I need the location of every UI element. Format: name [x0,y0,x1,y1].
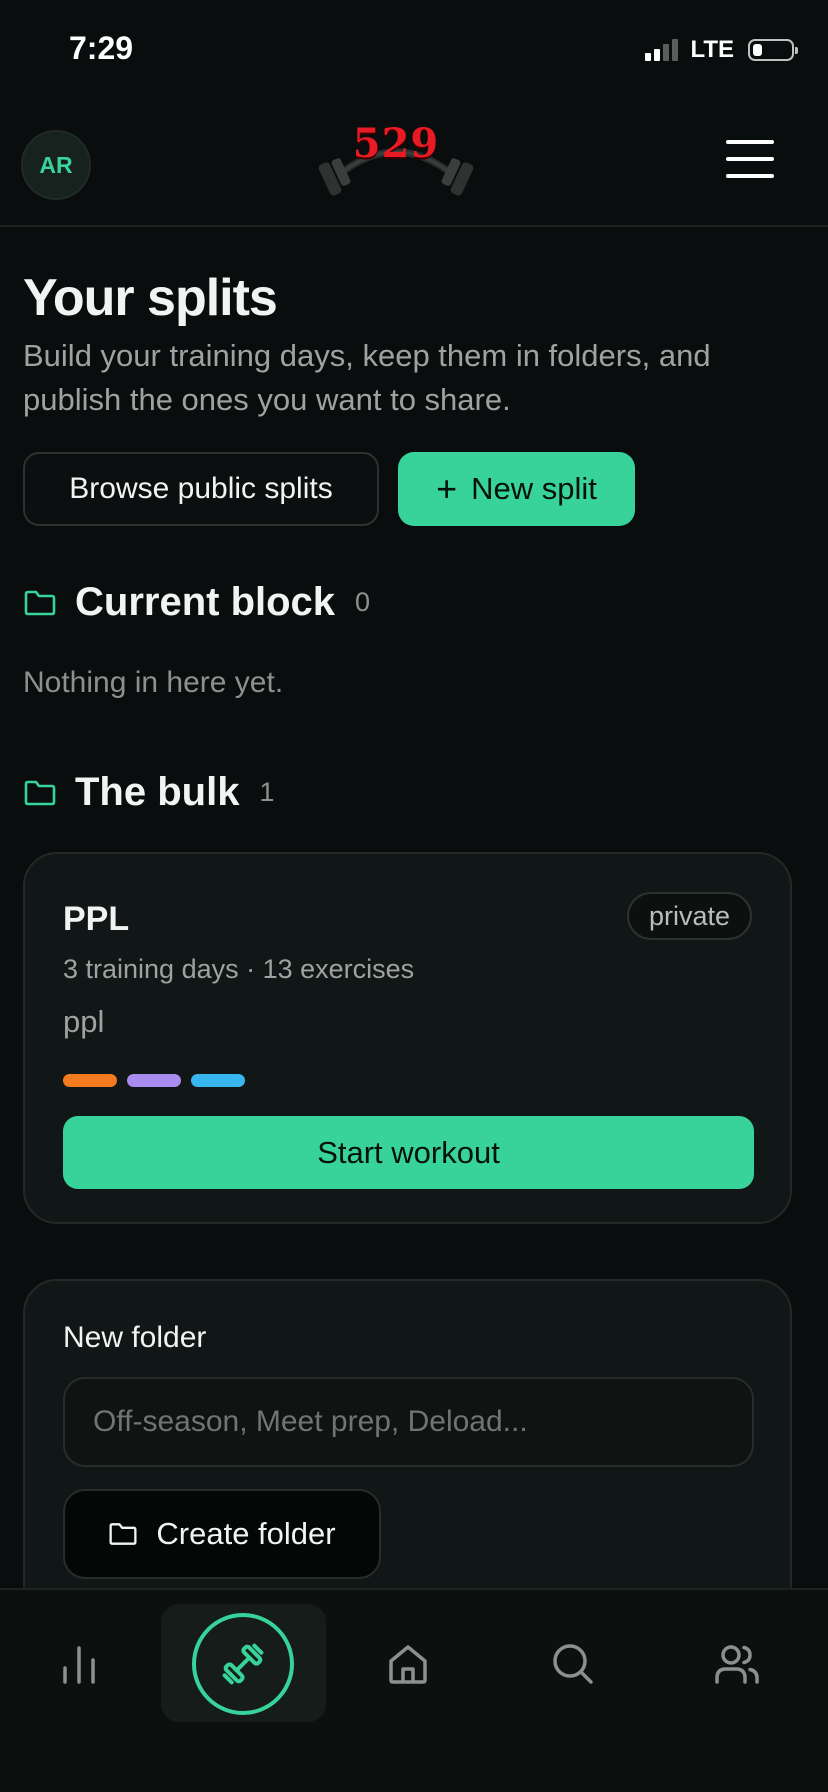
day-color-bar [127,1074,181,1087]
avatar[interactable]: AR [21,130,91,200]
nav-splits[interactable] [183,1604,303,1724]
dumbbell-icon [222,1643,264,1685]
split-card-ppl[interactable]: PPL private 3 training days · 13 exercis… [23,852,792,1224]
new-split-label: New split [471,471,597,506]
nav-home[interactable] [348,1604,468,1724]
page-subtitle: Build your training days, keep them in f… [23,338,711,417]
battery-icon [748,39,798,61]
app-logo[interactable]: 529 [318,120,474,200]
split-name: PPL [63,900,130,938]
empty-folder-note: Nothing in here yet. [23,666,284,699]
status-bar: 7:29 LTE [0,0,828,100]
app-header: AR 529 [0,100,828,227]
folder-name: The bulk [75,770,240,814]
splits-screen: 7:29 LTE AR 529 Your splits Build your t… [0,0,828,1792]
folder-icon [24,780,56,805]
network-label: LTE [690,36,734,63]
day-color-bar [63,1074,117,1087]
folder-header-the-bulk[interactable]: The bulk 1 [23,770,274,815]
page-title: Your splits [23,269,278,327]
folder-icon [109,1523,137,1545]
home-icon [389,1645,427,1684]
status-time: 7:29 [69,30,134,66]
bottom-nav [0,1588,828,1792]
folder-count: 1 [259,777,275,807]
folder-header-current-block[interactable]: Current block 0 [23,580,370,625]
folder-icon [24,590,56,615]
menu-button[interactable] [726,140,774,178]
bar-chart-icon [63,1646,95,1684]
logo-text: 529 [352,120,440,167]
folder-name: Current block [75,580,336,624]
new-folder-card: New folder Create folder [23,1279,792,1619]
visibility-badge: private [626,892,752,940]
split-meta: 3 training days · 13 exercises [63,954,415,984]
signal-icon [645,39,679,61]
create-folder-label: Create folder [156,1516,336,1551]
hamburger-menu-icon [726,140,774,144]
folder-count: 0 [355,587,371,617]
new-split-button[interactable]: + New split [398,452,635,526]
search-icon [553,1644,593,1684]
users-icon [715,1645,759,1684]
day-color-bar [191,1074,245,1087]
folder-name-input[interactable] [63,1377,754,1467]
start-workout-button[interactable]: Start workout [63,1116,754,1189]
plus-icon: + [436,468,458,509]
status-indicators: LTE [645,36,798,64]
browse-public-splits-button[interactable]: Browse public splits [23,452,379,526]
create-folder-button[interactable]: Create folder [63,1489,381,1579]
nav-search[interactable] [513,1604,633,1724]
new-folder-label: New folder [63,1321,207,1354]
nav-community[interactable] [677,1604,797,1724]
training-day-colors [63,1074,245,1087]
split-description: ppl [63,1004,105,1039]
nav-stats[interactable] [19,1604,139,1724]
